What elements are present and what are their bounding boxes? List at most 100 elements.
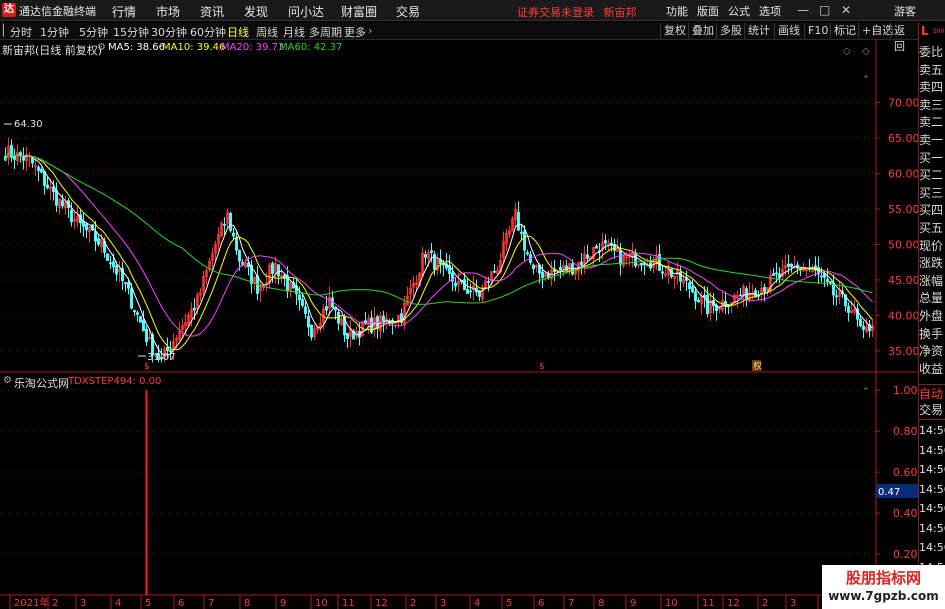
candle-body	[466, 289, 469, 294]
side-label-item: 收益	[919, 361, 944, 376]
candle-body	[31, 157, 34, 164]
candle-body	[223, 223, 226, 226]
candle-body	[325, 306, 328, 311]
ma-line-ma5	[5, 152, 873, 357]
side-label-item: 现价	[919, 238, 944, 253]
candle-body	[835, 295, 838, 298]
candle-body	[193, 307, 196, 311]
side-label-item: 卖一	[919, 133, 944, 147]
candle-body	[136, 312, 139, 315]
candle-body	[424, 254, 427, 258]
candle-body	[619, 250, 622, 265]
candle-body	[145, 328, 148, 342]
candle-body	[661, 271, 664, 274]
candle-body	[442, 263, 445, 266]
side-label-item: 总量	[919, 291, 944, 306]
side-label-item: 外盘	[919, 309, 944, 323]
zoom-out-icon[interactable]: ◇	[843, 46, 851, 57]
candle-body	[310, 324, 313, 338]
side-label-item: 买一	[919, 150, 944, 165]
y-tick-label: 45.00	[888, 274, 918, 287]
candle-body	[301, 299, 304, 306]
side-label-item: 换手	[919, 326, 944, 341]
side-label-item: 涨幅	[919, 273, 944, 288]
candle-body	[229, 212, 232, 231]
candle-body	[772, 273, 775, 276]
x-tick-label: 12	[375, 598, 388, 609]
y-tick-label: 1.00	[893, 384, 918, 397]
x-axis-labels: 2021年2345678910111223456789101112234	[9, 595, 828, 609]
collapse-up-icon[interactable]: ⌃	[862, 75, 870, 85]
ma-settings-icon[interactable]: ⚙	[97, 42, 106, 53]
indicator-collapse-icon[interactable]: ⌃	[862, 387, 870, 397]
candle-body	[493, 270, 496, 273]
candle-body	[106, 253, 109, 261]
candle-body	[763, 286, 766, 292]
kline-chart[interactable]: 35.00 40.00 45.00 50.00 55.00 60.00 65.00 70.00…	[0, 0, 918, 609]
candle-body	[604, 240, 607, 244]
auto-trade-box[interactable]: 自动 交易	[919, 384, 945, 420]
candle-body	[85, 223, 88, 231]
side-label-item: 买二	[919, 168, 944, 183]
ma5-label: MA5: 38.66	[108, 42, 166, 53]
candle-body	[691, 286, 694, 293]
ma-line-ma20	[5, 152, 873, 337]
x-tick-label: 6	[178, 598, 184, 609]
indicator-grid	[0, 389, 876, 555]
x-tick-label: 7	[568, 598, 574, 609]
x-tick-label: 3	[440, 598, 446, 609]
candle-body	[232, 232, 235, 237]
ma-lines	[5, 152, 873, 357]
x-tick-label: 5	[506, 598, 512, 609]
candle-body	[541, 271, 544, 279]
side-label-item: 涨跌	[919, 256, 944, 271]
event-mark: $	[144, 362, 150, 372]
candle-body	[775, 272, 778, 275]
indicator-name[interactable]: 乐淘公式网	[14, 375, 69, 391]
side-label-item: 卖二	[919, 115, 944, 130]
candle-body	[859, 318, 862, 327]
indicator-y-ticks: 0.20 0.40 0.60 0.80 1.00	[876, 384, 918, 561]
x-tick-label: 4	[115, 598, 121, 609]
x-tick-label: 7	[208, 598, 214, 609]
candle-body	[829, 281, 832, 284]
y-tick-label: 0.20	[893, 548, 918, 561]
x-tick-label: 6	[538, 598, 544, 609]
event-mark: $	[539, 362, 545, 372]
candle-body	[130, 288, 133, 309]
zoom-in-icon[interactable]: ◇	[862, 46, 870, 57]
side-auto-label: 自动	[919, 387, 944, 401]
x-tick-label: 2021年	[14, 596, 49, 609]
candle-body	[790, 263, 793, 268]
watermark: 股朋指标网 www.7gpzb.com	[822, 565, 945, 609]
side-label-item: 卖三	[919, 97, 944, 112]
event-mark: 权	[753, 360, 762, 372]
x-tick-label: 10	[315, 598, 328, 609]
x-tick-label: 4	[474, 598, 480, 609]
candle-body	[382, 315, 385, 322]
side-label-item: 买五	[919, 221, 944, 235]
x-tick-label: 9	[280, 598, 286, 609]
main-grid	[0, 102, 876, 352]
candle-body	[454, 282, 457, 287]
side-time-item: 14:56	[919, 521, 945, 535]
candle-body	[532, 264, 535, 269]
x-tick-label: 5	[145, 598, 151, 609]
candle-body	[22, 157, 25, 161]
event-marks[interactable]: $ $ 权	[143, 360, 762, 372]
y-tick-label: 55.00	[888, 203, 918, 216]
candle-body	[277, 264, 280, 277]
x-tick-label: 8	[244, 598, 250, 609]
side-label-item: 卖五	[919, 62, 944, 77]
candle-body	[787, 263, 790, 267]
candle-body	[523, 231, 526, 251]
ma-line-ma10	[5, 152, 873, 351]
candle-body	[142, 319, 145, 332]
ma60-label: MA60: 42.37	[279, 42, 343, 53]
candle-body	[559, 267, 562, 271]
side-label-item: 买四	[919, 203, 944, 218]
side-badge-sub: 500	[933, 28, 945, 35]
indicator-settings-icon[interactable]: ⚙	[3, 375, 12, 386]
side-badge[interactable]: L	[921, 24, 929, 38]
candle-body	[307, 315, 310, 328]
